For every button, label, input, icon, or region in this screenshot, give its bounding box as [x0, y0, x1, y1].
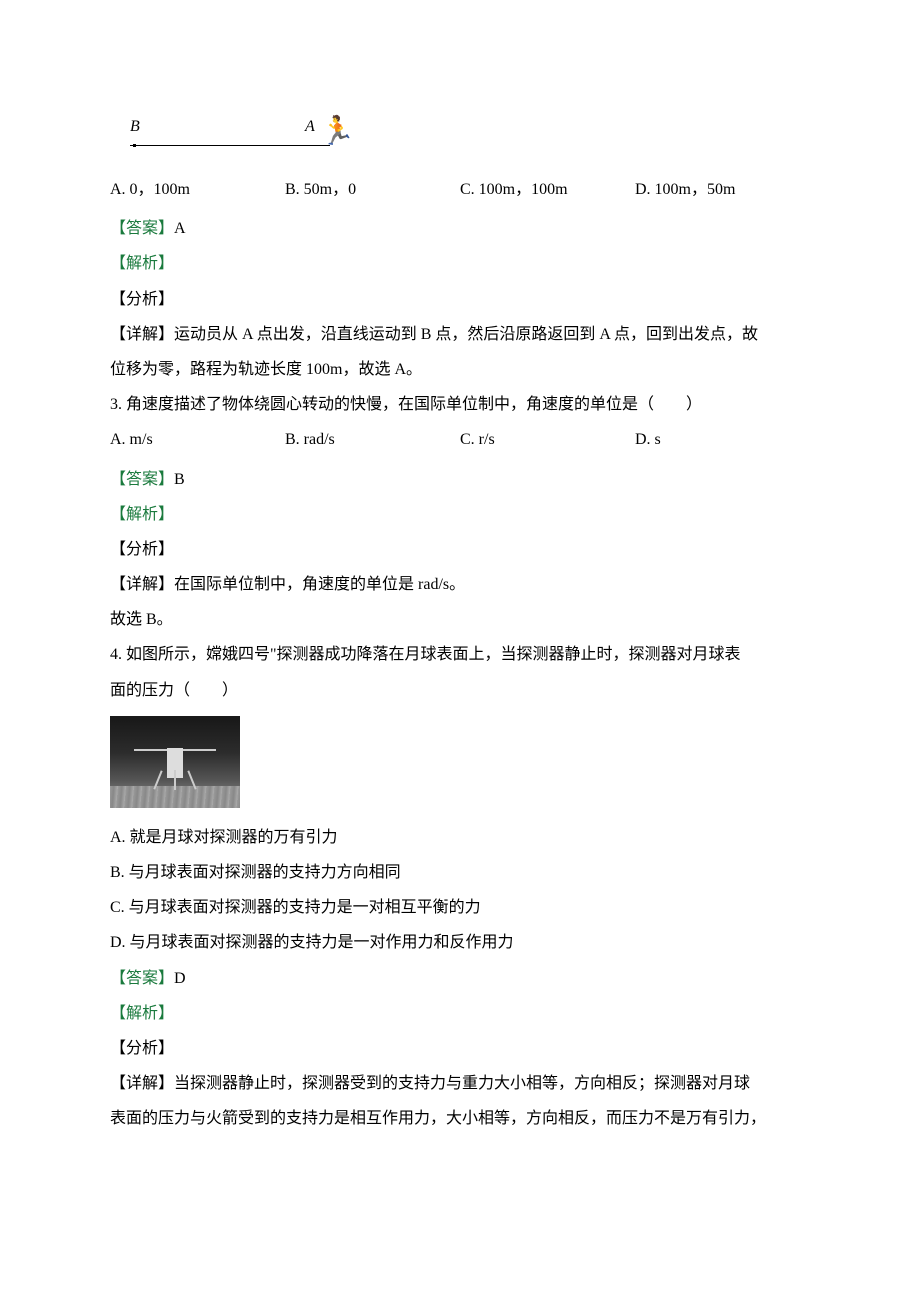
q4-answer-value: D — [174, 970, 186, 987]
q4-stem-2: 面的压力（ ） — [110, 673, 810, 708]
q4-detail-text-2: 表面的压力与火箭受到的支持力是相互作用力，大小相等，方向相反，而压力不是万有引力… — [110, 1101, 810, 1136]
q3-options: A. m/s B. rad/s C. r/s D. s — [110, 422, 810, 457]
q3-select: 故选 B。 — [110, 602, 810, 637]
q2-answer: 【答案】A — [110, 211, 810, 246]
q3-option-b: B. rad/s — [285, 422, 460, 457]
lander-icon — [154, 735, 196, 790]
page: B A 🏃 A. 0，100m B. 50m，0 C. 100m，100m D.… — [0, 0, 920, 1302]
q3-answer: 【答案】B — [110, 462, 810, 497]
q4-solution-label: 【解析】 — [110, 996, 810, 1031]
q3-detail-text: 在国际单位制中，角速度的单位是 rad/s。 — [174, 576, 465, 593]
q2-figure-line — [130, 145, 330, 146]
answer-label: 【答案】 — [110, 970, 174, 987]
q4-option-c: C. 与月球表面对探测器的支持力是一对相互平衡的力 — [110, 890, 810, 925]
q4-stem-1: 4. 如图所示，嫦娥四号"探测器成功降落在月球表面上，当探测器静止时，探测器对月… — [110, 637, 810, 672]
q2-figure-label-b: B — [130, 109, 140, 144]
answer-label: 【答案】 — [110, 220, 174, 237]
q3-option-a: A. m/s — [110, 422, 285, 457]
q2-option-b: B. 50m，0 — [285, 172, 460, 207]
q4-answer: 【答案】D — [110, 961, 810, 996]
q2-option-c: C. 100m，100m — [460, 172, 635, 207]
q2-solution-label: 【解析】 — [110, 246, 810, 281]
q3-answer-value: B — [174, 471, 185, 488]
q2-detail-text-2: 位移为零，路程为轨迹长度 100m，故选 A。 — [110, 352, 810, 387]
q2-detail-text-1: 运动员从 A 点出发，沿直线运动到 B 点，然后沿原路返回到 A 点，回到出发点… — [174, 326, 758, 343]
q3-detail: 【详解】在国际单位制中，角速度的单位是 rad/s。 — [110, 567, 810, 602]
q2-detail: 【详解】运动员从 A 点出发，沿直线运动到 B 点，然后沿原路返回到 A 点，回… — [110, 317, 810, 352]
q3-analysis-label: 【分析】 — [110, 532, 810, 567]
q2-analysis-label: 【分析】 — [110, 282, 810, 317]
q2-answer-value: A — [174, 220, 186, 237]
q4-option-a: A. 就是月球对探测器的万有引力 — [110, 820, 810, 855]
detail-label: 【详解】 — [110, 326, 174, 343]
q3-stem: 3. 角速度描述了物体绕圆心转动的快慢，在国际单位制中，角速度的单位是（ ） — [110, 387, 810, 422]
q2-options: A. 0，100m B. 50m，0 C. 100m，100m D. 100m，… — [110, 172, 810, 207]
q4-option-d: D. 与月球表面对探测器的支持力是一对作用力和反作用力 — [110, 925, 810, 960]
q3-option-c: C. r/s — [460, 422, 635, 457]
q4-analysis-label: 【分析】 — [110, 1031, 810, 1066]
q3-option-d: D. s — [635, 422, 810, 457]
q4-figure — [110, 716, 240, 808]
detail-label: 【详解】 — [110, 1075, 174, 1092]
q4-option-b: B. 与月球表面对探测器的支持力方向相同 — [110, 855, 810, 890]
q3-solution-label: 【解析】 — [110, 497, 810, 532]
q4-detail: 【详解】当探测器静止时，探测器受到的支持力与重力大小相等，方向相反；探测器对月球 — [110, 1066, 810, 1101]
q2-figure-label-a: A — [305, 109, 315, 144]
detail-label: 【详解】 — [110, 576, 174, 593]
q2-option-d: D. 100m，50m — [635, 172, 810, 207]
q4-detail-text-1: 当探测器静止时，探测器受到的支持力与重力大小相等，方向相反；探测器对月球 — [174, 1075, 750, 1092]
q2-figure: B A 🏃 — [130, 110, 350, 152]
answer-label: 【答案】 — [110, 471, 174, 488]
q2-option-a: A. 0，100m — [110, 172, 285, 207]
runner-icon: 🏃 — [320, 118, 355, 146]
